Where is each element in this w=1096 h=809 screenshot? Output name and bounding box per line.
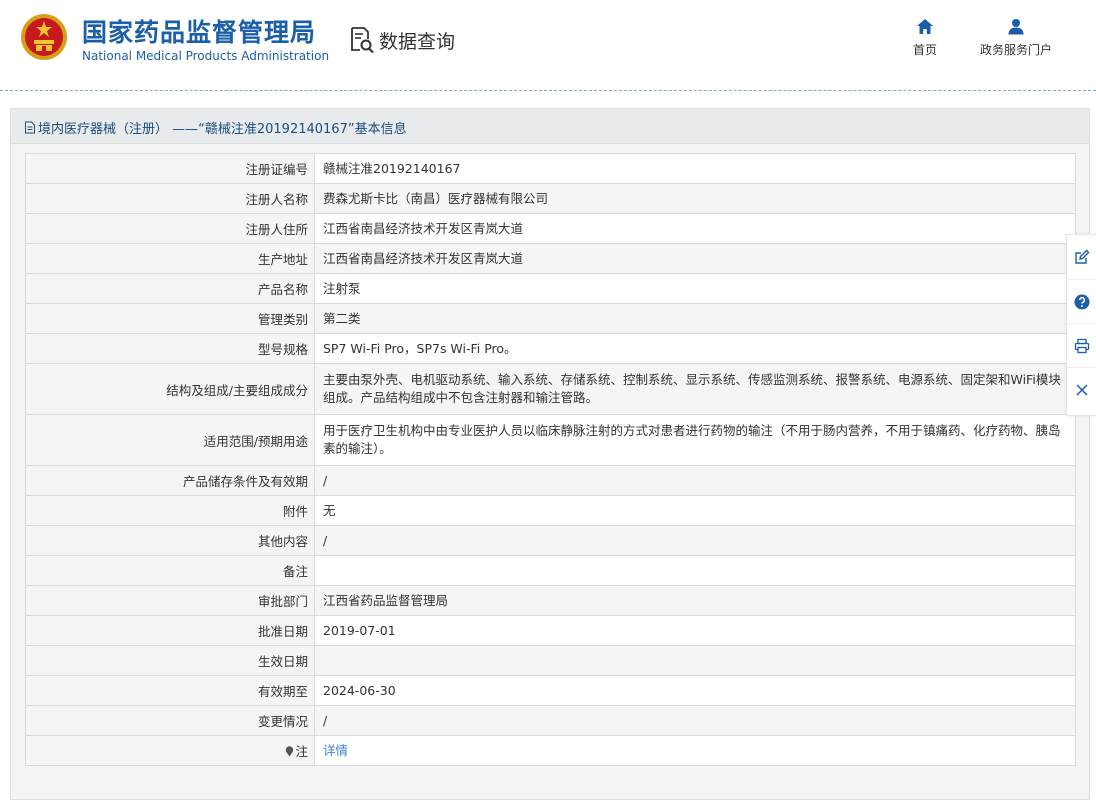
row-label: 审批部门: [25, 585, 315, 616]
row-label: 注册人名称: [25, 183, 315, 214]
nav-portal-label: 政务服务门户: [979, 43, 1052, 57]
row-label: 批准日期: [25, 615, 315, 646]
brand-name-en: National Medical Products Administration: [82, 49, 330, 63]
panel-header: 境内医疗器械（注册） ——“赣械注准20192140167”基本信息: [11, 109, 1089, 144]
national-emblem-logo: [21, 14, 67, 60]
side-toolbar: [1066, 234, 1096, 416]
print-icon: [1074, 338, 1090, 354]
row-label: 其他内容: [25, 525, 315, 556]
help-button[interactable]: [1067, 279, 1096, 324]
home-icon: [917, 19, 933, 34]
row-value: 主要由泵外壳、电机驱动系统、输入系统、存储系统、控制系统、显示系统、传感监测系统…: [314, 363, 1076, 415]
feedback-button[interactable]: [1067, 235, 1096, 279]
row-label: 生产地址: [25, 243, 315, 274]
table-row: 生效日期: [25, 645, 1076, 676]
table-row: 注册人住所 江西省南昌经济技术开发区青岚大道: [25, 213, 1076, 244]
panel-title-text: 境内医疗器械（注册） ——“赣械注准20192140167”基本信息: [38, 122, 407, 137]
table-row: 有效期至 2024-06-30: [25, 675, 1076, 706]
table-row: 批准日期 2019-07-01: [25, 615, 1076, 646]
nav-home-label: 首页: [912, 43, 937, 57]
row-label: 备注: [25, 555, 315, 586]
row-value: 详情: [314, 735, 1076, 766]
table-row: 变更情况 /: [25, 705, 1076, 736]
table-row: 备注: [25, 555, 1076, 586]
row-value: /: [314, 705, 1076, 736]
nav-service-portal[interactable]: 政务服务门户: [974, 18, 1058, 58]
row-value: 2024-06-30: [314, 675, 1076, 706]
row-value: 费森尤斯卡比（南昌）医疗器械有限公司: [314, 183, 1076, 214]
row-value: 江西省药品监督管理局: [314, 585, 1076, 616]
row-label: 结构及组成/主要组成成分: [25, 363, 315, 415]
table-row: 附件 无: [25, 495, 1076, 526]
table-row: 生产地址 江西省南昌经济技术开发区青岚大道: [25, 243, 1076, 274]
row-value: 江西省南昌经济技术开发区青岚大道: [314, 243, 1076, 274]
brand-name-cn: 国家药品监督管理局: [82, 18, 317, 47]
detail-panel: 境内医疗器械（注册） ——“赣械注准20192140167”基本信息 注册证编号…: [10, 108, 1090, 800]
row-value: 第二类: [314, 303, 1076, 334]
note-label-cell: 注: [25, 735, 315, 766]
row-label: 产品名称: [25, 273, 315, 304]
details-link[interactable]: 详情: [323, 743, 348, 758]
row-value: /: [314, 465, 1076, 496]
row-value: 江西省南昌经济技术开发区青岚大道: [314, 213, 1076, 244]
table-row: 适用范围/预期用途 用于医疗卫生机构中由专业医护人员以临床静脉注射的方式对患者进…: [25, 414, 1076, 466]
row-value: SP7 Wi-Fi Pro，SP7s Wi-Fi Pro。: [314, 333, 1076, 364]
site-header: 国家药品监督管理局 National Medical Products Admi…: [0, 0, 1096, 90]
row-label: 附件: [25, 495, 315, 526]
print-button[interactable]: [1067, 323, 1096, 368]
close-icon: [1076, 384, 1088, 396]
row-label: 变更情况: [25, 705, 315, 736]
table-row: 审批部门 江西省药品监督管理局: [25, 585, 1076, 616]
row-label: 有效期至: [25, 675, 315, 706]
panel-title: 境内医疗器械（注册） ——“赣械注准20192140167”基本信息: [24, 118, 407, 137]
search-document-icon: [351, 27, 374, 54]
row-label: 适用范围/预期用途: [25, 414, 315, 466]
row-value: /: [314, 525, 1076, 556]
registration-info-table: 注册证编号 赣械注准20192140167 注册人名称 费森尤斯卡比（南昌）医疗…: [25, 153, 1076, 766]
pin-icon: [286, 746, 294, 757]
row-value: 注射泵: [314, 273, 1076, 304]
data-query-heading: 数据查询: [349, 25, 455, 55]
row-label: 管理类别: [25, 303, 315, 334]
header-divider: [0, 90, 1096, 91]
table-row: 型号规格 SP7 Wi-Fi Pro，SP7s Wi-Fi Pro。: [25, 333, 1076, 364]
table-row: 注册证编号 赣械注准20192140167: [25, 153, 1076, 184]
row-value: 无: [314, 495, 1076, 526]
row-label: 产品储存条件及有效期: [25, 465, 315, 496]
row-value: [314, 555, 1076, 586]
user-icon: [1008, 19, 1024, 35]
row-value: 赣械注准20192140167: [314, 153, 1076, 184]
section-title: 数据查询: [379, 30, 456, 53]
row-label: 生效日期: [25, 645, 315, 676]
row-label: 型号规格: [25, 333, 315, 364]
row-value: 2019-07-01: [314, 615, 1076, 646]
table-row: 结构及组成/主要组成成分 主要由泵外壳、电机驱动系统、输入系统、存储系统、控制系…: [25, 363, 1076, 415]
row-label: 注册证编号: [25, 153, 315, 184]
edit-icon: [1075, 249, 1090, 264]
row-label: 注册人住所: [25, 213, 315, 244]
table-row: 注 详情: [25, 735, 1076, 766]
close-button[interactable]: [1067, 367, 1096, 412]
table-row: 产品储存条件及有效期 /: [25, 465, 1076, 496]
nav-home[interactable]: 首页: [909, 18, 941, 58]
row-value: [314, 645, 1076, 676]
row-value: 用于医疗卫生机构中由专业医护人员以临床静脉注射的方式对患者进行药物的输注（不用于…: [314, 414, 1076, 466]
table-row: 产品名称 注射泵: [25, 273, 1076, 304]
row-label: 注: [295, 744, 308, 759]
table-row: 注册人名称 费森尤斯卡比（南昌）医疗器械有限公司: [25, 183, 1076, 214]
table-row: 其他内容 /: [25, 525, 1076, 556]
help-icon: [1074, 294, 1090, 310]
table-row: 管理类别 第二类: [25, 303, 1076, 334]
document-icon: [25, 121, 35, 134]
